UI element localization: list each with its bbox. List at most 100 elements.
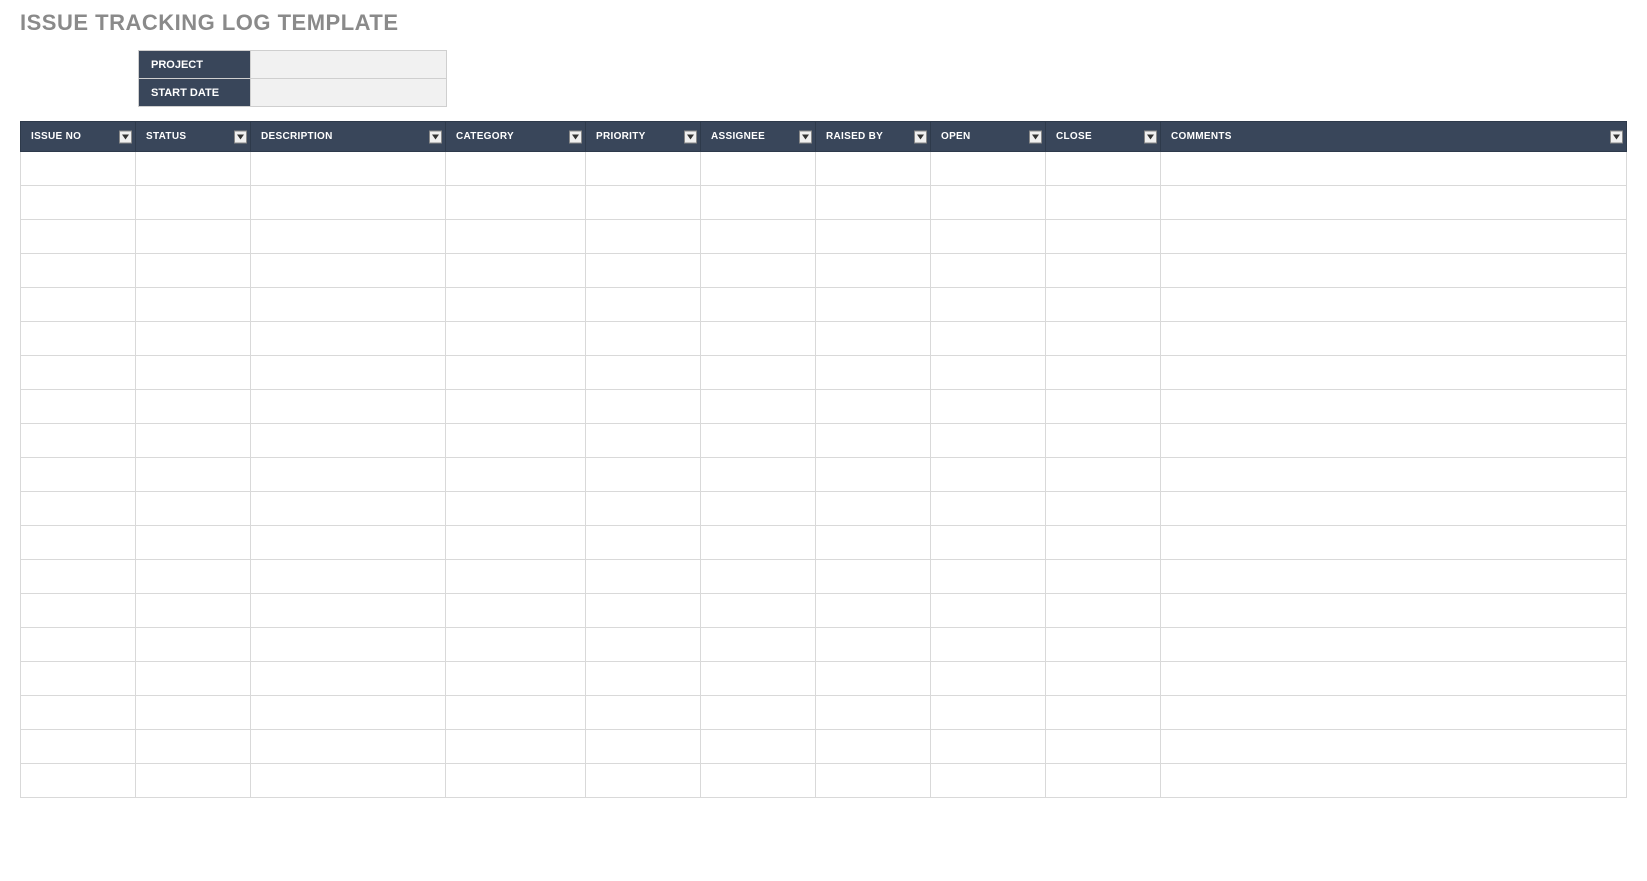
table-cell[interactable] xyxy=(586,152,701,186)
table-cell[interactable] xyxy=(136,492,251,526)
table-cell[interactable] xyxy=(1046,662,1161,696)
table-cell[interactable] xyxy=(136,628,251,662)
table-cell[interactable] xyxy=(816,662,931,696)
filter-dropdown-icon[interactable] xyxy=(234,130,247,143)
table-cell[interactable] xyxy=(21,764,136,798)
table-cell[interactable] xyxy=(136,764,251,798)
table-cell[interactable] xyxy=(21,458,136,492)
table-cell[interactable] xyxy=(816,322,931,356)
table-cell[interactable] xyxy=(251,390,446,424)
table-cell[interactable] xyxy=(931,322,1046,356)
table-cell[interactable] xyxy=(586,356,701,390)
table-cell[interactable] xyxy=(701,152,816,186)
table-cell[interactable] xyxy=(251,560,446,594)
table-cell[interactable] xyxy=(816,594,931,628)
table-cell[interactable] xyxy=(1161,696,1627,730)
table-cell[interactable] xyxy=(816,492,931,526)
table-cell[interactable] xyxy=(586,254,701,288)
table-cell[interactable] xyxy=(586,390,701,424)
table-cell[interactable] xyxy=(251,764,446,798)
table-cell[interactable] xyxy=(586,424,701,458)
table-cell[interactable] xyxy=(701,764,816,798)
table-cell[interactable] xyxy=(21,560,136,594)
table-cell[interactable] xyxy=(1046,764,1161,798)
table-cell[interactable] xyxy=(701,356,816,390)
table-cell[interactable] xyxy=(1046,424,1161,458)
table-cell[interactable] xyxy=(816,424,931,458)
table-cell[interactable] xyxy=(1161,492,1627,526)
table-cell[interactable] xyxy=(136,560,251,594)
table-cell[interactable] xyxy=(586,322,701,356)
table-cell[interactable] xyxy=(446,254,586,288)
filter-dropdown-icon[interactable] xyxy=(1144,130,1157,143)
table-cell[interactable] xyxy=(251,628,446,662)
table-cell[interactable] xyxy=(816,696,931,730)
table-cell[interactable] xyxy=(136,458,251,492)
table-cell[interactable] xyxy=(816,220,931,254)
table-cell[interactable] xyxy=(816,730,931,764)
table-cell[interactable] xyxy=(586,594,701,628)
table-cell[interactable] xyxy=(446,594,586,628)
table-cell[interactable] xyxy=(701,390,816,424)
table-cell[interactable] xyxy=(251,322,446,356)
table-cell[interactable] xyxy=(446,152,586,186)
table-cell[interactable] xyxy=(931,764,1046,798)
table-cell[interactable] xyxy=(701,594,816,628)
table-cell[interactable] xyxy=(136,152,251,186)
table-cell[interactable] xyxy=(21,628,136,662)
table-cell[interactable] xyxy=(586,560,701,594)
table-cell[interactable] xyxy=(586,458,701,492)
table-cell[interactable] xyxy=(931,254,1046,288)
table-cell[interactable] xyxy=(1046,186,1161,220)
table-cell[interactable] xyxy=(251,696,446,730)
table-cell[interactable] xyxy=(701,254,816,288)
table-cell[interactable] xyxy=(446,696,586,730)
table-cell[interactable] xyxy=(816,526,931,560)
table-cell[interactable] xyxy=(136,696,251,730)
table-cell[interactable] xyxy=(21,390,136,424)
table-cell[interactable] xyxy=(446,628,586,662)
table-cell[interactable] xyxy=(446,662,586,696)
table-cell[interactable] xyxy=(816,186,931,220)
table-cell[interactable] xyxy=(1046,220,1161,254)
table-cell[interactable] xyxy=(446,492,586,526)
table-cell[interactable] xyxy=(446,424,586,458)
table-cell[interactable] xyxy=(1161,458,1627,492)
table-cell[interactable] xyxy=(816,288,931,322)
table-cell[interactable] xyxy=(446,220,586,254)
table-cell[interactable] xyxy=(136,254,251,288)
table-cell[interactable] xyxy=(931,628,1046,662)
table-cell[interactable] xyxy=(446,356,586,390)
table-cell[interactable] xyxy=(1046,628,1161,662)
table-cell[interactable] xyxy=(446,560,586,594)
table-cell[interactable] xyxy=(136,662,251,696)
table-cell[interactable] xyxy=(1161,254,1627,288)
table-cell[interactable] xyxy=(931,424,1046,458)
table-cell[interactable] xyxy=(701,662,816,696)
table-cell[interactable] xyxy=(816,356,931,390)
table-cell[interactable] xyxy=(136,730,251,764)
table-cell[interactable] xyxy=(931,390,1046,424)
table-cell[interactable] xyxy=(701,186,816,220)
table-cell[interactable] xyxy=(931,356,1046,390)
table-cell[interactable] xyxy=(586,730,701,764)
table-cell[interactable] xyxy=(251,526,446,560)
table-cell[interactable] xyxy=(251,424,446,458)
table-cell[interactable] xyxy=(1161,152,1627,186)
table-cell[interactable] xyxy=(931,220,1046,254)
table-cell[interactable] xyxy=(701,458,816,492)
table-cell[interactable] xyxy=(931,186,1046,220)
table-cell[interactable] xyxy=(21,424,136,458)
table-cell[interactable] xyxy=(446,764,586,798)
filter-dropdown-icon[interactable] xyxy=(119,130,132,143)
table-cell[interactable] xyxy=(1161,764,1627,798)
table-cell[interactable] xyxy=(701,220,816,254)
table-cell[interactable] xyxy=(136,220,251,254)
table-cell[interactable] xyxy=(1161,526,1627,560)
table-cell[interactable] xyxy=(701,628,816,662)
table-cell[interactable] xyxy=(21,220,136,254)
table-cell[interactable] xyxy=(701,424,816,458)
table-cell[interactable] xyxy=(21,594,136,628)
table-cell[interactable] xyxy=(446,526,586,560)
table-cell[interactable] xyxy=(446,730,586,764)
